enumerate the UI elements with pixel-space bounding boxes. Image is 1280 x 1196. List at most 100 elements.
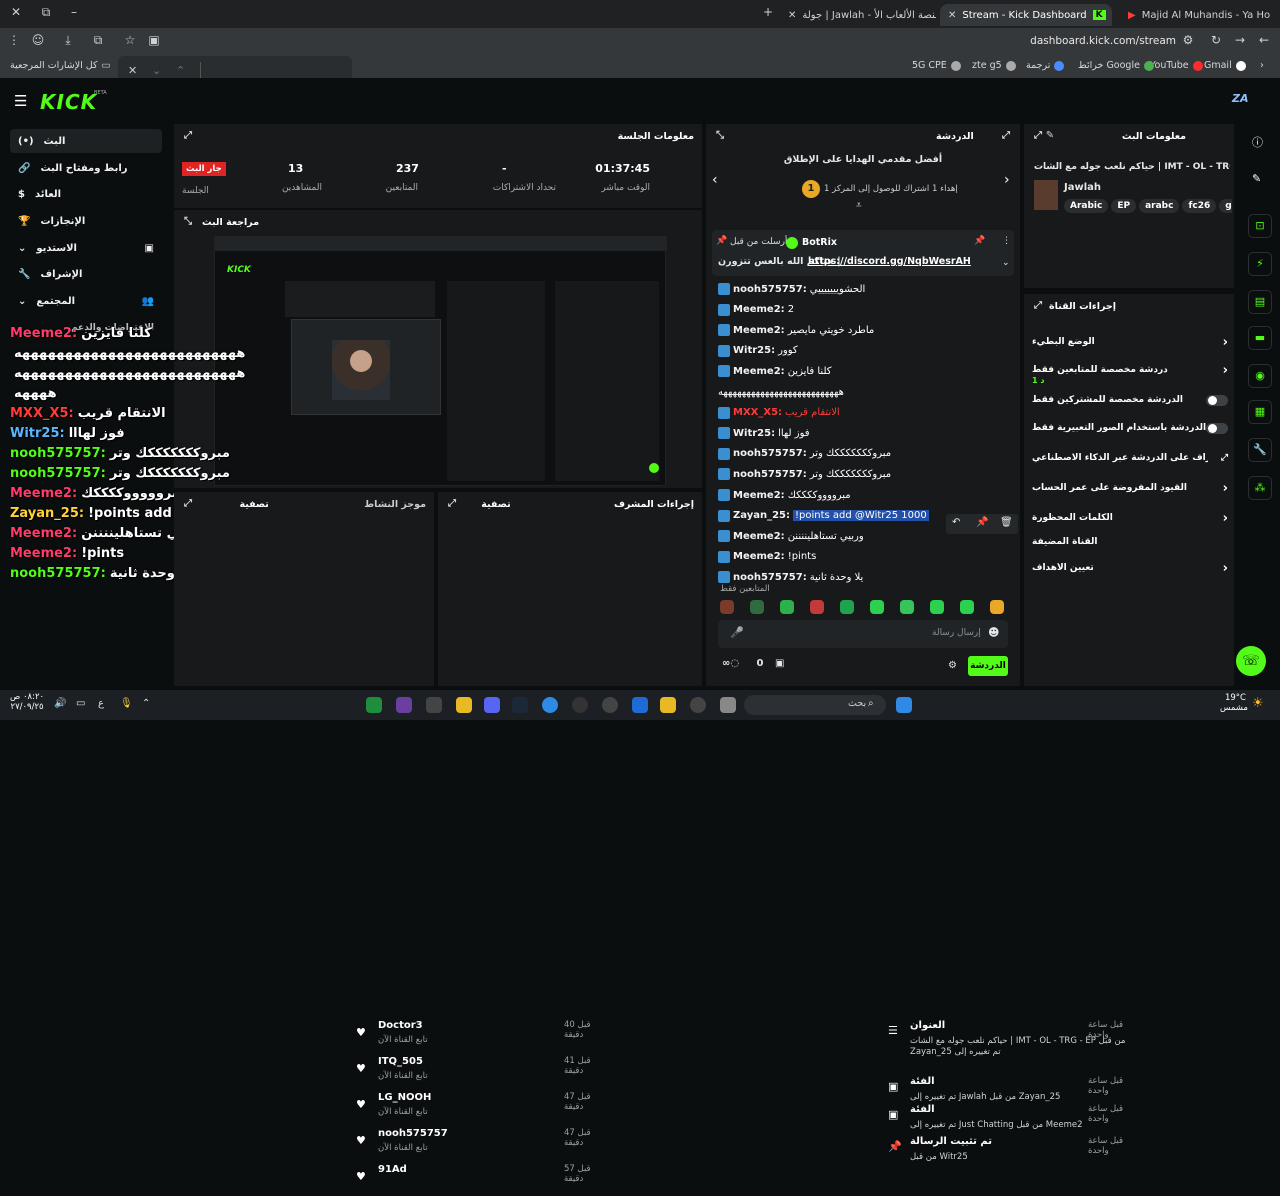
activity-item[interactable]: ♥ 91Ad قبل 57 دقيقة xyxy=(348,1164,608,1196)
expand-icon[interactable]: ⤢ xyxy=(182,130,194,142)
chat-username[interactable]: nooh575757: xyxy=(733,448,807,459)
clock[interactable]: ٠٨:٢٠ ص ٢٧/٠٩/٢٥ xyxy=(10,692,44,712)
chevron-right-icon[interactable]: › xyxy=(1223,335,1228,350)
new-tab-icon[interactable]: + xyxy=(758,5,778,23)
chevron-down-icon[interactable]: ⩡ xyxy=(856,200,862,211)
channel-action-row[interactable]: الدردشة باستخدام الصور التعبيرية فقط xyxy=(1032,418,1228,438)
emote-icon[interactable] xyxy=(780,600,794,614)
toggle-switch[interactable] xyxy=(1206,394,1228,406)
tab-close-icon[interactable]: ✕ xyxy=(788,10,796,21)
hamburger-menu-icon[interactable]: ☰ xyxy=(14,92,27,110)
emote-icon[interactable] xyxy=(900,600,914,614)
emote-icon[interactable] xyxy=(930,600,944,614)
chevron-right-icon[interactable]: › xyxy=(1223,481,1228,496)
chevron-down-icon[interactable]: ⌄ xyxy=(152,64,161,77)
chat-username[interactable]: Meeme2: xyxy=(733,325,785,336)
chat-message[interactable]: nooh575757: مبروكككككككك وتر xyxy=(718,445,1014,463)
restore-window-icon[interactable]: ⧉ xyxy=(36,5,56,23)
bookmark-zte[interactable]: zte g5 xyxy=(972,60,1016,71)
url-field[interactable]: dashboard.kick.com/stream xyxy=(1000,35,1176,47)
channel-action-row[interactable]: الدردشة مخصصة للمشتركين فقط xyxy=(1032,390,1228,410)
tab-kick-dashboard[interactable]: ✕ Stream - Kick Dashboard K xyxy=(940,4,1112,26)
network-icon[interactable]: ▭ xyxy=(76,698,85,709)
sidebar-item-stream[interactable]: (•) البث xyxy=(10,129,162,153)
menu-dots-icon[interactable]: ⋮ xyxy=(4,33,24,51)
rail-button-chat[interactable]: ▬ xyxy=(1248,326,1272,350)
channel-action-row[interactable]: تعيين الأهداف › xyxy=(1032,558,1228,578)
tab-jawlah[interactable]: ✕ جولة | Jawlah - منصة الألعاب الأ xyxy=(780,4,936,26)
activity-username[interactable]: LG_NOOH xyxy=(378,1092,431,1103)
channel-action-row[interactable]: دردشة مخصصة للمتابعين فقط › 1 د xyxy=(1032,360,1228,386)
chat-message[interactable]: Witr25: كوور xyxy=(718,342,1014,360)
activity-username[interactable]: 91Ad xyxy=(378,1164,407,1175)
user-avatar[interactable]: ZA xyxy=(1232,92,1249,105)
discord-icon[interactable] xyxy=(484,697,500,713)
sidebar-item-stream-key[interactable]: 🔗 رابط ومفتاح البث xyxy=(10,156,162,180)
chevron-right-icon[interactable]: › xyxy=(1223,561,1228,576)
chat-message[interactable]: nooh575757: الحشويييييييي xyxy=(718,280,1014,298)
channel-action-row[interactable]: الإشراف على الدردشة عبر الذكاء الاصطناعي… xyxy=(1032,448,1228,468)
chevron-right-icon[interactable]: › xyxy=(1004,172,1010,188)
kick-logo[interactable]: KICK xyxy=(40,90,97,114)
mail-icon[interactable] xyxy=(426,697,442,713)
weather-widget[interactable]: 19°C مشمس xyxy=(1220,693,1248,713)
mic-icon[interactable]: 🎤 xyxy=(730,626,744,639)
support-icon[interactable]: ☏ xyxy=(1236,646,1266,676)
send-button[interactable]: الدردشة xyxy=(968,656,1008,676)
window-icon[interactable] xyxy=(720,697,736,713)
start-icon[interactable] xyxy=(896,697,912,713)
stream-tag[interactable]: Arabic xyxy=(1064,199,1109,213)
activity-item[interactable]: ♥ ITQ_505 تابع القناة الآن قبل 41 دقيقة xyxy=(348,1056,608,1088)
activity-item[interactable]: ♥ LG_NOOH تابع القناة الآن قبل 47 دقيقة xyxy=(348,1092,608,1124)
obs-icon[interactable] xyxy=(572,697,588,713)
chat-username[interactable]: Witr25: xyxy=(733,345,775,356)
rail-button-users[interactable]: ⁂ xyxy=(1248,476,1272,500)
chat-message[interactable]: ههههههههههههههههههههههههههه xyxy=(718,383,1014,401)
chevron-left-icon[interactable]: ‹ xyxy=(712,172,718,188)
close-window-icon[interactable]: ✕ xyxy=(6,5,26,23)
chat-input[interactable]: 🎤 إرسال رسالة ☻ xyxy=(718,620,1008,648)
rail-button-wrench[interactable]: 🔧 xyxy=(1248,438,1272,462)
reload-icon[interactable]: ↻ xyxy=(1206,33,1226,51)
stream-tag[interactable]: fc26 xyxy=(1182,199,1217,213)
forward-icon[interactable]: → xyxy=(1230,33,1250,51)
profile-icon[interactable]: ☺ xyxy=(28,33,48,51)
chevron-right-icon[interactable]: › xyxy=(1223,363,1228,378)
expand-icon[interactable]: ⤢ xyxy=(1032,300,1044,312)
collapse-icon[interactable]: ⤡ xyxy=(714,130,726,142)
channel-action-row[interactable]: الوضع البطيء › xyxy=(1032,332,1228,352)
points-icon[interactable]: ∞◌ xyxy=(722,658,739,669)
chat-message[interactable]: Meeme2: ماطرد خويتي مايصير xyxy=(718,321,1014,339)
chat-message[interactable]: Zayan_25: !points add @Witr25 1000 xyxy=(718,507,1014,525)
chat-username[interactable]: Witr25: xyxy=(733,428,775,439)
emote-icon[interactable] xyxy=(990,600,1004,614)
language-icon[interactable]: ع xyxy=(98,698,104,709)
channel-action-row[interactable]: الكلمات المحظورة › xyxy=(1032,508,1228,528)
bookmark-5gcpe[interactable]: 5G CPE xyxy=(912,60,961,71)
chat-username[interactable]: Meeme2: xyxy=(733,531,785,542)
chat-message[interactable]: MXX_X5: الانتقام قريب xyxy=(718,404,1014,422)
chat-message[interactable]: nooh575757: يلا وحدة ثانية xyxy=(718,568,1014,586)
stream-preview-video[interactable]: KICK xyxy=(214,236,667,486)
activity-username[interactable]: nooh575757 xyxy=(378,1128,448,1139)
chat-username[interactable]: Meeme2: xyxy=(733,490,785,501)
explorer-icon[interactable] xyxy=(660,697,676,713)
files-icon[interactable] xyxy=(456,697,472,713)
chat-message[interactable]: Witr25: فوز لهاا xyxy=(718,424,1014,442)
back-icon[interactable]: ← xyxy=(1254,33,1274,51)
emote-icon[interactable] xyxy=(720,600,734,614)
bookmarks-more-icon[interactable]: › xyxy=(1260,60,1264,71)
sidebar-item-moderation[interactable]: 🔧 الإشراف xyxy=(10,262,162,286)
chevron-down-icon[interactable]: ⌄ xyxy=(1002,258,1010,268)
chevron-up-icon[interactable]: ⌃ xyxy=(176,64,185,77)
settings-app-icon[interactable] xyxy=(602,697,618,713)
chat-message[interactable]: Meeme2: كلنا فايزين xyxy=(718,362,1014,380)
collapse-icon[interactable]: ⤡ xyxy=(182,216,194,228)
sidebar-item-community[interactable]: ⌄ المجتمع 👥 xyxy=(10,289,162,313)
site-settings-icon[interactable]: ⚙ xyxy=(1178,33,1198,51)
chat-username[interactable]: Zayan_25: xyxy=(733,510,790,521)
xbox-icon[interactable] xyxy=(366,697,382,713)
rail-button-camera[interactable]: ⊡ xyxy=(1248,214,1272,238)
game-name[interactable]: Jawlah xyxy=(1064,182,1101,193)
info-icon[interactable]: ⓘ xyxy=(1252,134,1263,150)
